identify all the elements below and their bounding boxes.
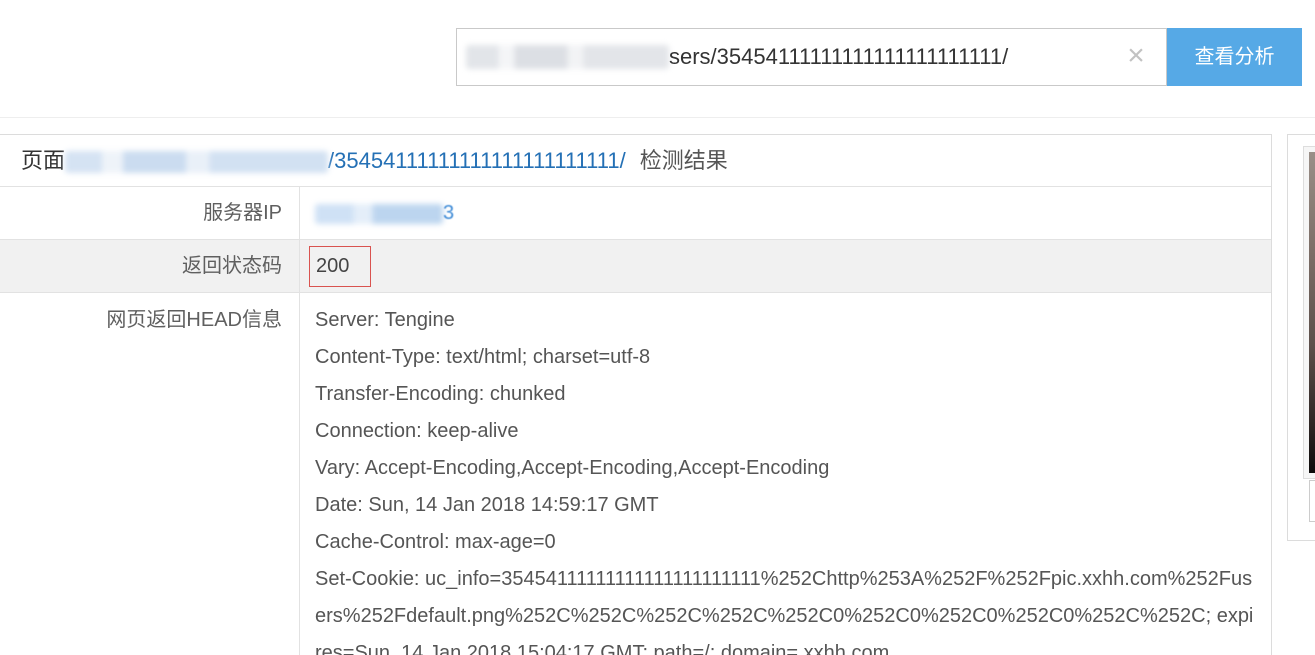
server-ip-value[interactable]: 3 (300, 187, 1271, 239)
thumbnail-caption-box (1309, 480, 1315, 522)
head-info-label: 网页返回HEAD信息 (0, 293, 300, 655)
url-input-value: sers/35454111111111111111111111/ (669, 44, 1009, 69)
result-title-prefix: 页面 (21, 148, 66, 173)
result-title: 页面/35454111111111111111111111/检测结果 (0, 135, 1271, 187)
close-icon[interactable] (1124, 29, 1148, 85)
analyze-button[interactable]: 查看分析 (1167, 28, 1302, 86)
result-panel: 页面/35454111111111111111111111/检测结果 服务器IP… (0, 134, 1272, 655)
result-page-link[interactable]: /35454111111111111111111111/ (328, 148, 626, 173)
redacted-text-blur (65, 151, 329, 174)
head-line-connection: Connection: keep-alive (315, 420, 519, 442)
status-code-value: 200 (309, 246, 371, 288)
header-divider (0, 117, 1315, 118)
head-line-vary: Vary: Accept-Encoding,Accept-Encoding,Ac… (315, 457, 830, 479)
side-panel (1287, 134, 1315, 541)
redacted-text-blur (315, 203, 443, 224)
head-line-date: Date: Sun, 14 Jan 2018 14:59:17 GMT (315, 494, 659, 516)
head-line-cache-control: Cache-Control: max-age=0 (315, 531, 556, 553)
url-input[interactable]: sers/35454111111111111111111111/ (456, 28, 1167, 86)
head-info-row: 网页返回HEAD信息 Server: Tengine Content-Type:… (0, 293, 1271, 655)
status-code-label: 返回状态码 (0, 240, 300, 292)
server-ip-visible-tail: 3 (443, 202, 455, 224)
thumbnail-image[interactable] (1309, 152, 1315, 473)
server-ip-row: 服务器IP 3 (0, 187, 1271, 240)
server-ip-label: 服务器IP (0, 187, 300, 239)
head-line-content-type: Content-Type: text/html; charset=utf-8 (315, 346, 651, 368)
redacted-text-blur (466, 45, 669, 69)
head-line-set-cookie: Set-Cookie: uc_info=35454111111111111111… (315, 568, 1254, 655)
head-line-server: Server: Tengine (315, 309, 455, 331)
result-title-suffix: 检测结果 (639, 148, 728, 173)
status-code-cell: 200 (300, 240, 1271, 292)
status-code-row: 返回状态码 200 (0, 240, 1271, 293)
head-line-transfer-encoding: Transfer-Encoding: chunked (315, 383, 566, 405)
head-info-value: Server: Tengine Content-Type: text/html;… (300, 293, 1271, 655)
